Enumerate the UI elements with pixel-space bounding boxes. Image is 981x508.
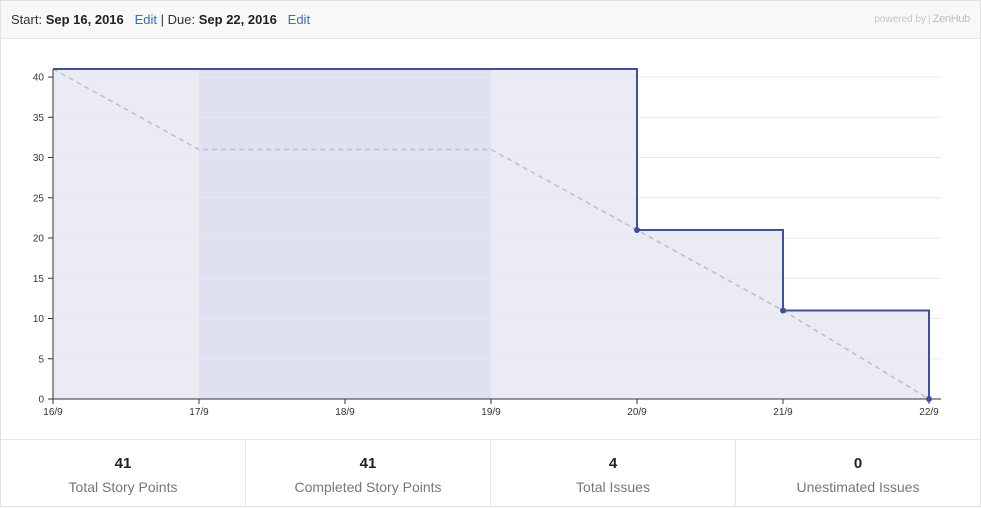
burndown-point xyxy=(780,307,786,314)
x-tick-label: 20/9 xyxy=(627,407,647,418)
edit-start-link[interactable]: Edit xyxy=(135,12,157,27)
start-label: Start: xyxy=(11,12,43,27)
stat-label: Total Issues xyxy=(576,479,650,495)
stat-value: 0 xyxy=(853,455,863,472)
stat-total-issues: 4 Total Issues xyxy=(491,440,736,507)
stat-completed-story-points: 41 Completed Story Points xyxy=(246,440,491,507)
edit-due-link[interactable]: Edit xyxy=(288,12,310,27)
burndown-panel: Start: Sep 16, 2016 Edit | Due: Sep 22, … xyxy=(0,0,981,507)
x-tick-label: 21/9 xyxy=(773,407,793,418)
y-tick-label: 35 xyxy=(33,113,45,124)
stat-value: 41 xyxy=(359,455,377,472)
header-separator: | xyxy=(160,12,165,27)
y-tick-label: 10 xyxy=(33,314,45,325)
y-tick-label: 20 xyxy=(33,234,45,245)
stat-value: 41 xyxy=(114,455,132,472)
non-working-days-band xyxy=(199,69,491,399)
x-tick-label: 19/9 xyxy=(481,407,501,418)
y-tick-label: 25 xyxy=(33,193,45,204)
powered-by-text: powered by xyxy=(874,14,927,25)
sprint-dates: Start: Sep 16, 2016 Edit | Due: Sep 22, … xyxy=(11,1,310,38)
powered-by: powered by | ZenHub xyxy=(874,13,971,25)
stat-label: Completed Story Points xyxy=(294,479,442,495)
start-date: Sep 16, 2016 xyxy=(45,12,124,27)
stat-label: Unestimated Issues xyxy=(796,479,920,495)
stat-value: 4 xyxy=(608,455,618,472)
burndown-chart: 0 5 10 15 20 25 30 35 40 16/9 17/9 18/9 19/9 20/9 21/9… xyxy=(33,68,941,418)
x-tick-label: 18/9 xyxy=(335,407,355,418)
y-tick-label: 15 xyxy=(33,274,45,285)
due-label: Due: xyxy=(167,12,196,27)
x-tick-label: 16/9 xyxy=(43,407,63,418)
stats-bar: 41 Total Story Points 41 Completed Story… xyxy=(1,439,980,507)
x-tick-label: 17/9 xyxy=(189,407,209,418)
y-tick-label: 30 xyxy=(33,153,45,164)
y-tick-label: 0 xyxy=(38,395,44,406)
stat-unestimated-issues: 0 Unestimated Issues xyxy=(736,440,980,507)
due-date: Sep 22, 2016 xyxy=(198,12,277,27)
zenhub-logo: ZenHub xyxy=(932,13,971,25)
y-tick-label: 40 xyxy=(33,73,45,84)
sprint-header: Start: Sep 16, 2016 Edit | Due: Sep 22, … xyxy=(1,1,980,39)
stat-label: Total Story Points xyxy=(68,479,178,495)
x-tick-label: 22/9 xyxy=(919,407,939,418)
burndown-point xyxy=(926,396,932,402)
y-tick-label: 5 xyxy=(38,354,44,365)
burndown-point xyxy=(634,226,640,233)
stat-total-story-points: 41 Total Story Points xyxy=(1,440,246,507)
